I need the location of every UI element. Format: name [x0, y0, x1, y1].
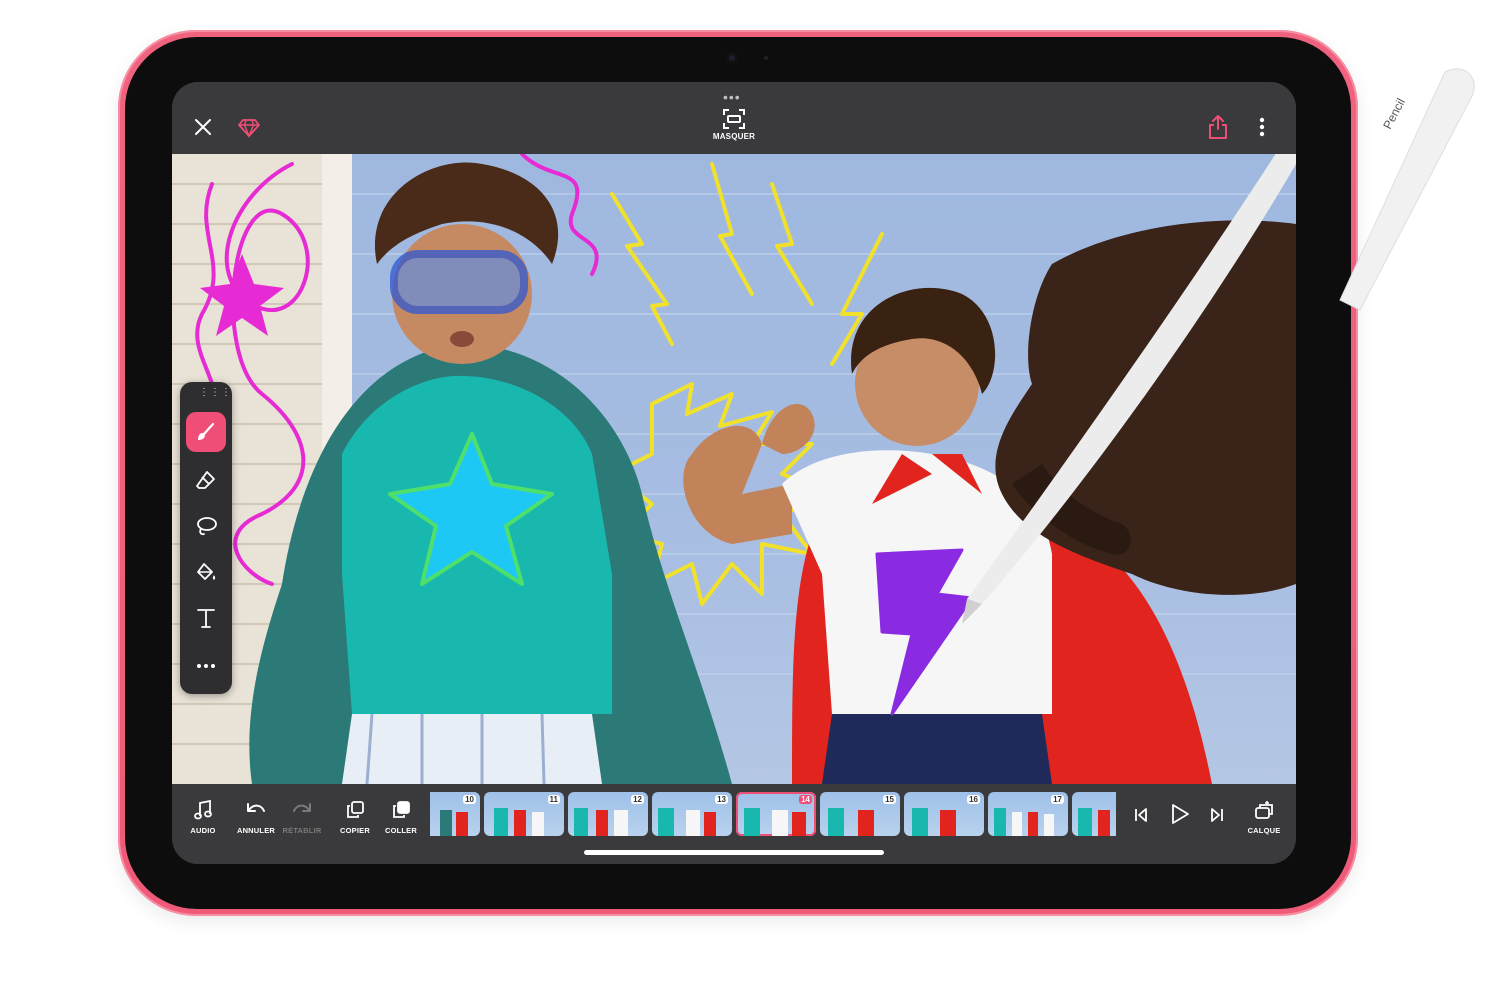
undo-button[interactable]: ANNULER: [233, 798, 279, 835]
front-camera: [726, 52, 738, 64]
paste-icon: [393, 801, 410, 818]
redo-label: RÉTABLIR: [282, 826, 322, 835]
undo-icon: [247, 803, 265, 812]
frame-thumbnail[interactable]: 13: [652, 792, 732, 836]
top-toolbar: ••• MASQUER: [172, 82, 1296, 154]
diamond-icon: [238, 119, 260, 138]
text-tool[interactable]: [186, 598, 226, 638]
frame-number: 12: [631, 795, 644, 804]
copy-button[interactable]: COPIER: [332, 798, 378, 835]
lasso-tool[interactable]: [186, 506, 226, 546]
close-icon: [195, 119, 211, 135]
frame-number: 13: [715, 795, 728, 804]
text-icon: [197, 609, 215, 628]
eraser-tool[interactable]: [186, 460, 226, 500]
drawing-canvas[interactable]: ⋮⋮⋮: [172, 154, 1296, 784]
frame-thumbnail-current[interactable]: 14: [736, 792, 816, 836]
undo-label: ANNULER: [236, 826, 276, 835]
redo-button[interactable]: RÉTABLIR: [279, 798, 325, 835]
drag-handle-icon[interactable]: •••: [723, 90, 741, 104]
horizontal-dots-icon: [197, 664, 215, 668]
mask-label: MASQUER: [712, 132, 756, 141]
share-button[interactable]: [1206, 114, 1230, 140]
frame-number: 14: [799, 795, 812, 804]
fill-tool[interactable]: [186, 552, 226, 592]
audio-button[interactable]: AUDIO: [180, 798, 226, 835]
frame-thumbnail[interactable]: 12: [568, 792, 648, 836]
app-screen: ••• MASQUER ⋮⋮⋮ AUDIO ANNULER RÉTABLIR C…: [172, 82, 1296, 864]
redo-icon: [293, 803, 311, 812]
camera-sensor: [764, 56, 768, 60]
frame-thumbnail[interactable]: 17: [988, 792, 1068, 836]
copy-icon: [347, 801, 364, 818]
apple-pencil: Pencil: [1339, 68, 1475, 311]
frame-number: 16: [967, 795, 980, 804]
frame-thumbnail[interactable]: 11: [484, 792, 564, 836]
eraser-icon: [196, 471, 215, 489]
paint-bucket-icon: [197, 563, 216, 580]
brush-icon: [198, 422, 215, 440]
frame-number: 11: [547, 795, 560, 804]
layer-button[interactable]: CALQUE: [1241, 798, 1287, 835]
photo-with-doodles: [172, 154, 1296, 784]
layer-label: CALQUE: [1247, 826, 1281, 835]
home-indicator[interactable]: [584, 850, 884, 855]
copy-label: COPIER: [340, 826, 370, 835]
frame-number: 17: [1051, 795, 1064, 804]
mask-button[interactable]: MASQUER: [702, 108, 766, 152]
frame-thumbnail[interactable]: 10: [430, 792, 480, 836]
audio-label: AUDIO: [190, 826, 216, 835]
close-button[interactable]: [192, 116, 214, 138]
layers-icon: [1255, 801, 1273, 819]
share-icon: [1209, 115, 1227, 139]
frame-thumbnail[interactable]: [1072, 792, 1116, 836]
lasso-icon: [197, 517, 217, 536]
more-tools-button[interactable]: [186, 646, 226, 686]
skip-forward-button[interactable]: [1208, 806, 1226, 824]
play-icon: [1172, 804, 1189, 824]
paste-button[interactable]: COLLER: [378, 798, 424, 835]
pencil-brand-text: Pencil: [1380, 96, 1408, 131]
skip-back-button[interactable]: [1132, 806, 1150, 824]
skip-back-icon: [1135, 808, 1147, 822]
frame-thumbnail[interactable]: 16: [904, 792, 984, 836]
frame-thumbnail[interactable]: 15: [820, 792, 900, 836]
premium-button[interactable]: [238, 116, 260, 138]
frame-timeline[interactable]: 10 11 12 13 14 15 16 17: [430, 792, 1116, 838]
music-note-icon: [194, 799, 212, 820]
paste-label: COLLER: [384, 826, 418, 835]
frame-number: 10: [463, 795, 476, 804]
frame-number: 15: [883, 795, 896, 804]
mask-frame-icon: [723, 109, 745, 129]
skip-forward-icon: [1211, 808, 1223, 822]
grip-icon[interactable]: ⋮⋮⋮: [199, 388, 232, 398]
play-button[interactable]: [1168, 802, 1192, 826]
brush-tool[interactable]: [186, 412, 226, 452]
tool-palette: ⋮⋮⋮: [180, 382, 232, 694]
